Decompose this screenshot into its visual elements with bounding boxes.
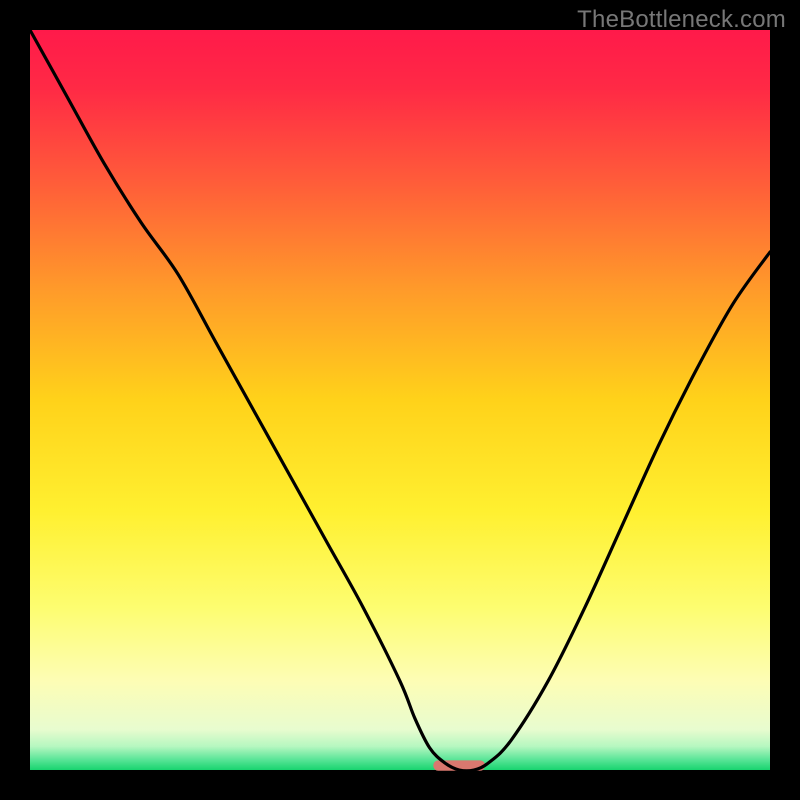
chart-frame: TheBottleneck.com [0, 0, 800, 800]
bottleneck-chart [0, 0, 800, 800]
watermark-text: TheBottleneck.com [577, 6, 786, 34]
plot-background [30, 30, 770, 770]
